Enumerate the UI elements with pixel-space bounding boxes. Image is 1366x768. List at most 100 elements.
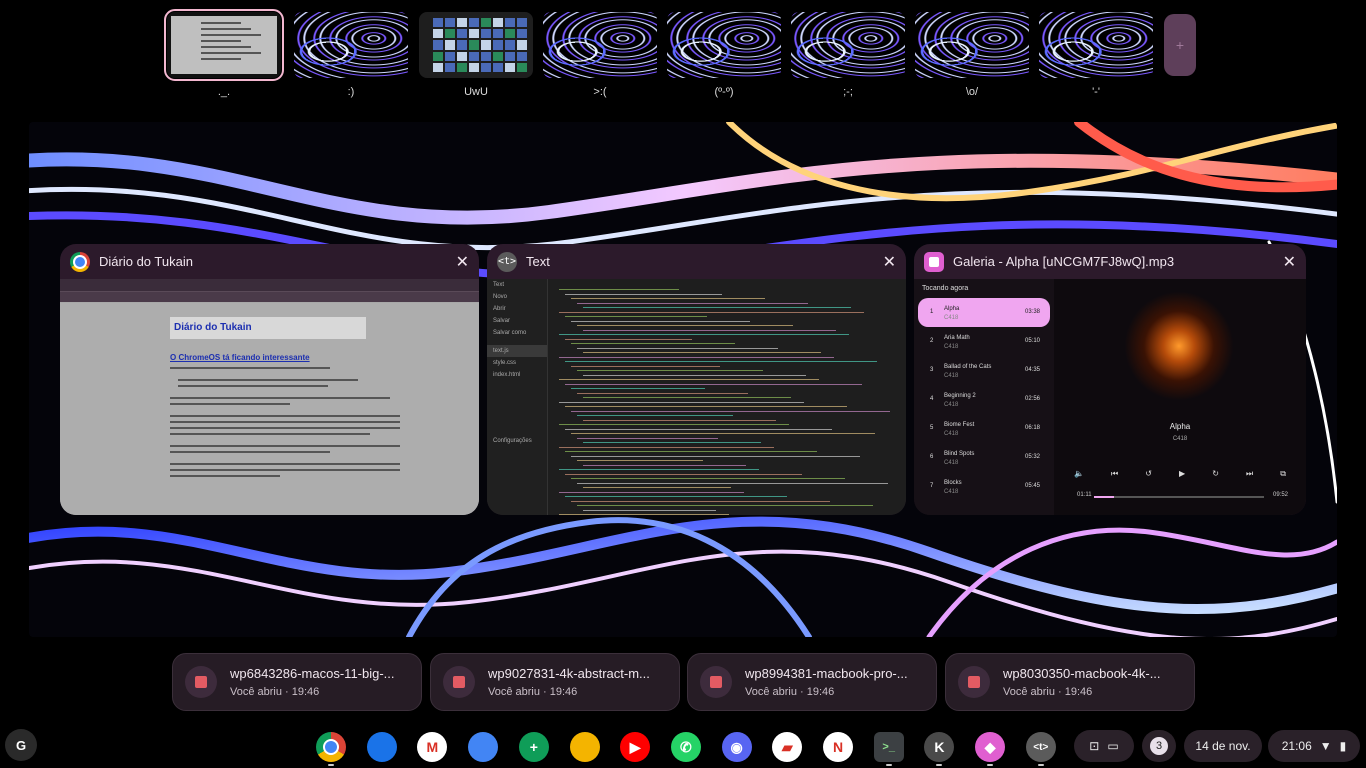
window-preview: Text Novo Abrir Salvar Salvar como text.js sty… [487,279,906,515]
track-duration: 06:18 [1024,425,1040,431]
discord-icon[interactable]: ◉ [721,732,752,762]
youtube-icon[interactable]: ▶ [620,732,651,762]
track-item[interactable]: 7 Blocks C418 05:45 [918,472,1050,501]
text-sidebar-item[interactable]: index.html [487,369,547,381]
text-icon[interactable]: <t> [1025,732,1056,762]
plus-icon: + [1175,37,1185,53]
running-indicator [936,764,943,766]
desk-6[interactable]: ;-; [791,12,905,98]
terminal-icon[interactable]: >_ [873,732,904,762]
track-item[interactable]: 3 Ballad of the Cats C418 04:35 [918,356,1050,385]
desk-3[interactable]: UwU [419,12,533,98]
recent-file-chip[interactable]: wp6843286-macos-11-big-... Você abriu · 1… [172,653,422,711]
play-icon[interactable]: ▶ [1179,469,1185,479]
track-title: Blind Spots [944,451,975,457]
volume-icon[interactable]: 🔈 [1074,469,1084,479]
forward-icon[interactable]: ↻ [1212,469,1219,479]
track-item[interactable]: 4 Beginning 2 C418 02:56 [918,385,1050,414]
desk-7[interactable]: \o/ [915,12,1029,98]
gmail-icon[interactable]: M [417,732,448,762]
image-file-icon [443,666,475,698]
close-icon[interactable]: ✕ [456,252,469,272]
new-desk-button[interactable]: + [1164,14,1196,76]
desk-thumbnail [164,9,284,81]
seek-bar[interactable] [1094,496,1264,498]
desk-thumbnail [294,12,408,78]
track-title: Biome Fest [944,422,975,428]
text-sidebar-item[interactable]: style.css [487,357,547,369]
track-item[interactable]: 1 Alpha C418 03:38 [918,298,1050,327]
gallery-icon[interactable]: ◆ [975,732,1006,762]
text-sidebar-item[interactable]: Novo [487,291,547,303]
track-duration: 03:38 [1024,309,1040,315]
recent-file-chip[interactable]: wp8030350-macbook-4k-... Você abriu · 19:… [945,653,1195,711]
desk-thumbnail [543,12,657,78]
netflix-icon[interactable]: N [823,732,853,762]
text-sidebar-item[interactable]: Abrir [487,303,547,315]
window-gallery[interactable]: Galeria - Alpha [uNCGM7FJ8wQ].mp3 ✕ Toca… [914,244,1306,515]
status-tray[interactable]: 21:06 ▼ ▮ [1268,730,1360,762]
remaining-time: 09:52 [1272,492,1288,498]
track-item[interactable]: 5 Biome Fest C418 06:18 [918,414,1050,443]
chrome-icon[interactable] [316,732,346,762]
track-title: Aria Math [944,335,970,341]
previous-icon[interactable]: ⏮ [1111,469,1118,479]
track-title: Beginning 2 [944,393,976,399]
launcher-button[interactable]: G [5,729,37,761]
desk-4[interactable]: >:( [543,12,657,98]
whatsapp-icon[interactable]: ✆ [670,732,701,762]
pip-icon[interactable]: ⧉ [1280,469,1286,479]
next-icon[interactable]: ⏭ [1246,469,1253,479]
image-file-icon [958,666,990,698]
chrome-icon [70,251,90,272]
window-title: Galeria - Alpha [uNCGM7FJ8wQ].mp3 [953,254,1175,269]
window-text[interactable]: <t> Text ✕ Text Novo Abrir Salvar Salvar com… [487,244,906,515]
recent-file-chip[interactable]: wp9027831-4k-abstract-m... Você abriu · 1… [430,653,680,711]
text-sidebar-item[interactable]: Configurações [487,435,547,447]
zoom-icon[interactable]: ▰ [772,732,803,762]
track-item[interactable]: 2 Aria Math C418 05:10 [918,327,1050,356]
recent-file-opened: Você abriu · 19:46 [230,686,320,698]
track-artist: C418 [944,431,959,437]
text-sidebar-item[interactable]: text.js [487,345,547,357]
desk-label: ;-; [843,86,853,98]
desk-2[interactable]: :) [294,12,408,98]
desk-label: \o/ [965,86,979,98]
desk-8[interactable]: '-' [1039,12,1153,98]
notification-counter[interactable]: 3 [1142,730,1176,762]
recent-file-opened: Você abriu · 19:46 [1003,686,1093,698]
track-item[interactable]: 6 Blind Spots C418 05:32 [918,443,1050,472]
page-banner-title: Diário do Tukain [174,322,252,333]
rewind-icon[interactable]: ↺ [1145,469,1152,479]
recent-file-name: wp6843286-macos-11-big-... [230,666,395,681]
kde-icon[interactable]: K [924,732,955,762]
track-artist: C418 [944,373,959,379]
track-title: Alpha [944,306,960,312]
tray-screen-tools[interactable]: ⊡ ▭ [1074,730,1134,762]
desk-thumbnail [419,12,533,78]
elapsed-time: 01:11 [1077,492,1092,498]
article-heading: O ChromeOS tá ficando interessante [170,353,310,362]
recent-file-chip[interactable]: wp8994381-macbook-pro-... Você abriu · 19… [687,653,937,711]
track-number: 4 [930,396,934,402]
files-icon[interactable] [366,732,397,762]
slides-icon[interactable] [569,732,600,762]
date-label: 14 de nov. [1195,739,1251,753]
close-icon[interactable]: ✕ [1283,252,1296,272]
close-icon[interactable]: ✕ [883,252,896,272]
desk-5[interactable]: (º-º) [667,12,781,98]
desk-label: >:( [593,86,607,98]
date-tray[interactable]: 14 de nov. [1184,730,1262,762]
track-duration: 05:45 [1024,483,1040,489]
track-artist: C418 [944,402,959,408]
track-title: Ballad of the Cats [944,364,992,370]
desk-1[interactable]: ._. [164,9,284,98]
track-duration: 04:35 [1024,367,1040,373]
sheets-icon[interactable]: + [518,732,549,762]
text-sidebar-item[interactable]: Salvar como [487,327,547,339]
docs-icon[interactable] [468,732,499,762]
running-indicator [1037,764,1044,766]
desk-thumbnail [1039,12,1153,78]
text-sidebar-item[interactable]: Salvar [487,315,547,327]
window-chrome[interactable]: Diário do Tukain ✕ Diário do Tukain O Ch… [60,244,479,515]
